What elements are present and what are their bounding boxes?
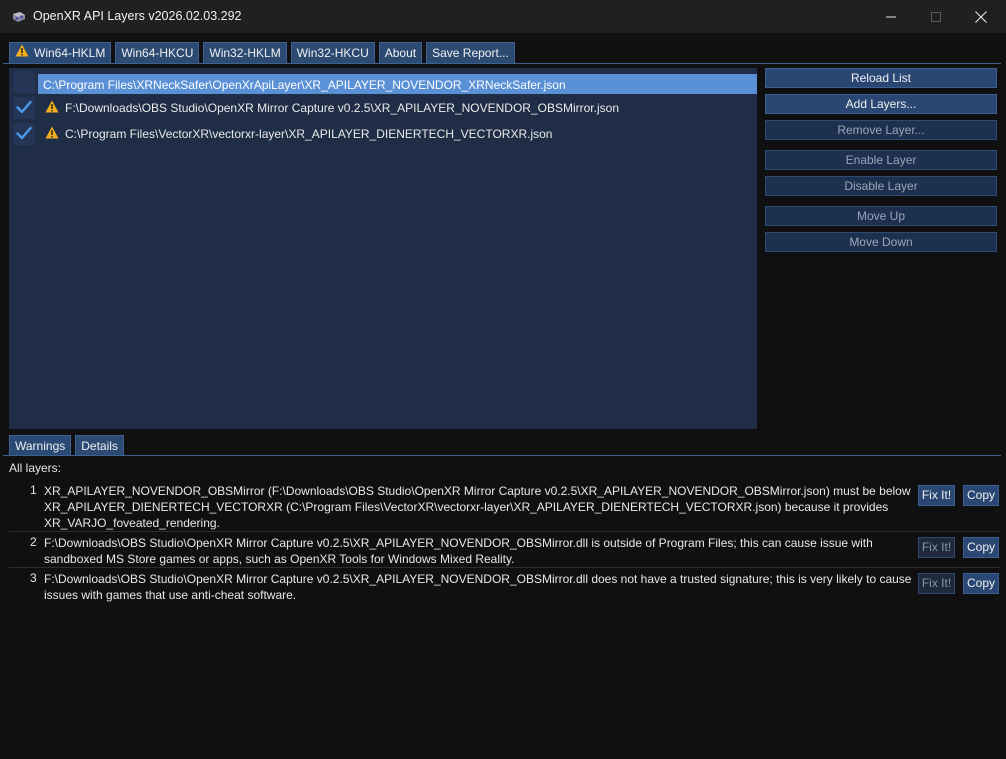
tab-label: Details (81, 438, 118, 453)
tab-win32-hklm[interactable]: Win32-HKLM (203, 42, 287, 63)
fix-it-button[interactable]: Fix It! (918, 573, 955, 594)
warning-row: 1 XR_APILAYER_NOVENDOR_OBSMirror (F:\Dow… (9, 483, 1001, 533)
tab-win64-hklm[interactable]: Win64-HKLM (9, 42, 112, 63)
layer-row[interactable]: C:\Program Files\VectorXR\vectorxr-layer… (9, 123, 757, 145)
title-bar: OpenXR API Layers v2026.02.03.292 (0, 0, 1006, 33)
add-layers-button[interactable]: Add Layers... (765, 94, 997, 114)
minimize-button[interactable] (868, 0, 914, 33)
disable-layer-button[interactable]: Disable Layer (765, 176, 997, 196)
warnings-header: All layers: (9, 461, 62, 475)
tab-label: Win32-HKLM (209, 46, 281, 60)
tab-label: Win64-HKCU (121, 46, 194, 60)
tab-details[interactable]: Details (75, 435, 124, 455)
checkmark-icon (16, 100, 32, 117)
reload-list-button[interactable]: Reload List (765, 68, 997, 88)
warning-text: XR_APILAYER_NOVENDOR_OBSMirror (F:\Downl… (44, 484, 911, 530)
layer-checkbox[interactable] (13, 97, 35, 119)
move-down-button[interactable]: Move Down (765, 232, 997, 252)
warning-text: F:\Downloads\OBS Studio\OpenXR Mirror Ca… (44, 572, 912, 602)
warning-text: F:\Downloads\OBS Studio\OpenXR Mirror Ca… (44, 536, 873, 566)
tab-win32-hkcu[interactable]: Win32-HKCU (290, 42, 375, 63)
layer-checkbox[interactable] (13, 123, 35, 145)
enable-layer-button[interactable]: Enable Layer (765, 150, 997, 170)
checkmark-icon (16, 126, 32, 143)
layer-path: C:\Program Files\XRNeckSafer\OpenXrApiLa… (43, 78, 566, 92)
window-title: OpenXR API Layers v2026.02.03.292 (33, 9, 242, 23)
vr-headset-icon (11, 9, 27, 25)
tab-label: Win32-HKCU (296, 46, 369, 60)
tab-about[interactable]: About (378, 42, 423, 63)
layer-path: C:\Program Files\VectorXR\vectorxr-layer… (65, 127, 553, 141)
layer-row[interactable]: F:\Downloads\OBS Studio\OpenXR Mirror Ca… (9, 97, 757, 119)
fix-it-button[interactable]: Fix It! (918, 537, 955, 558)
maximize-button[interactable] (913, 0, 959, 33)
tab-divider (3, 63, 1001, 64)
warning-row: 3 F:\Downloads\OBS Studio\OpenXR Mirror … (9, 571, 1001, 603)
move-up-button[interactable]: Move Up (765, 206, 997, 226)
layer-checkbox[interactable] (13, 71, 35, 93)
layer-path: F:\Downloads\OBS Studio\OpenXR Mirror Ca… (65, 101, 619, 115)
registry-tabs: Win64-HKLM Win64-HKCU Win32-HKLM Win32-H… (9, 42, 519, 63)
warning-icon (15, 43, 29, 63)
row-divider (9, 531, 1001, 532)
warning-number: 2 (30, 535, 37, 549)
tab-win64-hkcu[interactable]: Win64-HKCU (115, 42, 200, 63)
warning-row: 2 F:\Downloads\OBS Studio\OpenXR Mirror … (9, 535, 1001, 567)
warning-number: 3 (30, 571, 37, 585)
tab-label: Win64-HKLM (34, 46, 106, 60)
minimize-icon (886, 12, 896, 22)
fix-it-button[interactable]: Fix It! (918, 485, 955, 506)
row-divider (9, 567, 1001, 568)
tab-save-report[interactable]: Save Report... (426, 42, 515, 63)
layer-row[interactable]: C:\Program Files\XRNeckSafer\OpenXrApiLa… (9, 71, 757, 94)
close-button[interactable] (958, 0, 1004, 33)
tab-warnings[interactable]: Warnings (9, 435, 72, 455)
copy-button[interactable]: Copy (963, 485, 999, 506)
warning-icon (45, 126, 59, 142)
tab-label: Save Report... (432, 46, 509, 60)
warning-icon (45, 100, 59, 116)
remove-layer-button[interactable]: Remove Layer... (765, 120, 997, 140)
copy-button[interactable]: Copy (963, 573, 999, 594)
copy-button[interactable]: Copy (963, 537, 999, 558)
details-tabs: Warnings Details (9, 435, 128, 455)
tab-divider (3, 455, 1001, 456)
tab-label: Warnings (15, 438, 66, 453)
close-icon (975, 10, 987, 23)
layer-list[interactable]: C:\Program Files\XRNeckSafer\OpenXrApiLa… (9, 68, 757, 429)
warning-number: 1 (30, 483, 37, 497)
maximize-icon (931, 11, 941, 22)
tab-label: About (384, 46, 417, 60)
